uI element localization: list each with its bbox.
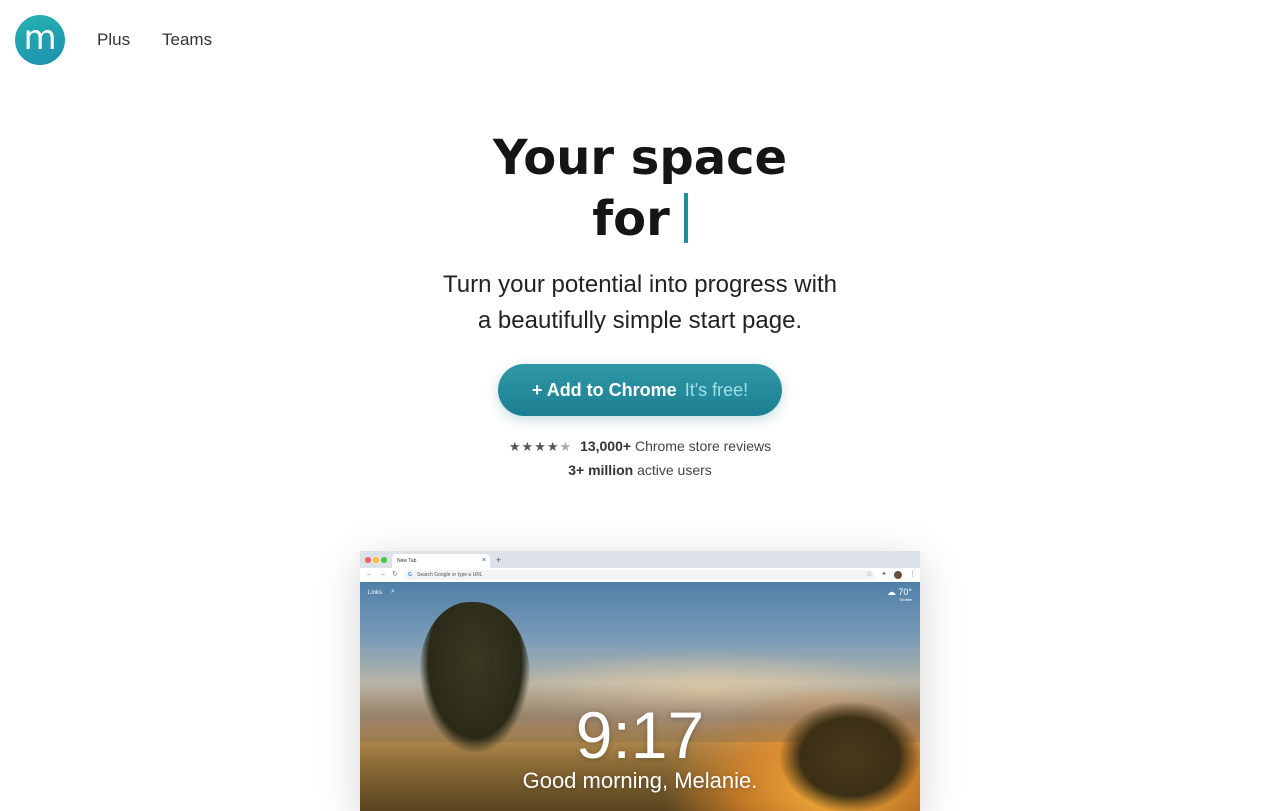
- new-tab-icon: +: [496, 555, 502, 565]
- tab-close-icon: ×: [481, 557, 486, 564]
- browser-mockup: New Tab × + ← → ↻ G Search Google or typ…: [360, 551, 920, 811]
- mock-weather: ☁ 70° Seattle: [887, 587, 912, 603]
- reviews-count: 13,000+: [580, 438, 632, 454]
- mock-background-photo: Links ⌕ ☁ 70° Seattle 9:17 Good morning,…: [360, 582, 920, 811]
- hero-title-line1: Your space: [492, 130, 788, 186]
- hero-title-for: for: [592, 191, 670, 247]
- star-icon: ☆: [866, 571, 873, 578]
- reload-icon: ↻: [392, 571, 398, 578]
- weather-temp: 70°: [898, 587, 912, 597]
- maximize-dot-icon: [381, 557, 387, 563]
- mock-tab-bar: New Tab × +: [360, 551, 920, 568]
- reviews-line: ★★★★★ 13,000+ Chrome store reviews: [0, 437, 1280, 456]
- weather-city: Seattle: [899, 597, 912, 602]
- full-stars: ★★★★: [508, 439, 560, 454]
- menu-icon: ⋮: [909, 571, 916, 578]
- add-to-chrome-button[interactable]: + Add to Chrome It's free!: [498, 364, 782, 416]
- cloud-icon: ☁: [886, 587, 896, 597]
- users-line: 3+ million active users: [0, 461, 1280, 479]
- mock-tab: New Tab ×: [392, 554, 490, 568]
- nav-link-plus[interactable]: Plus: [97, 30, 130, 50]
- its-free-label: It's free!: [684, 379, 749, 400]
- rating-stars-icon: ★★★★★: [509, 439, 572, 454]
- mock-links-label: Links: [368, 590, 383, 596]
- half-star-icon: ★: [559, 439, 573, 454]
- typing-caret: [683, 193, 688, 243]
- mock-toolbar: ← → ↻ G Search Google or type a URL ☆ ✦ …: [360, 568, 920, 582]
- reviews-text: Chrome store reviews: [634, 438, 772, 454]
- mock-greeting: Good morning, Melanie.: [522, 768, 758, 793]
- mock-tab-title: New Tab: [397, 558, 417, 564]
- add-to-chrome-label: + Add to Chrome: [531, 379, 677, 400]
- minimize-dot-icon: [373, 557, 379, 563]
- omnibox-placeholder: Search Google or type a URL: [417, 572, 483, 578]
- momentum-logo[interactable]: m: [15, 15, 65, 65]
- users-text: active users: [637, 462, 712, 478]
- back-icon: ←: [366, 571, 373, 578]
- close-dot-icon: [365, 557, 371, 563]
- extension-icon: ✦: [881, 571, 887, 578]
- hero-subtitle-line1: Turn your potential into progress with: [443, 271, 837, 298]
- users-count: 3+ million: [568, 462, 634, 478]
- nav-link-teams[interactable]: Teams: [162, 30, 212, 50]
- google-icon: G: [408, 572, 412, 578]
- mock-omnibox: G Search Google or type a URL: [404, 570, 874, 580]
- hero-title-line2: for: [0, 191, 1280, 247]
- mock-avatar: [894, 571, 902, 579]
- hero-subtitle-line2: a beautifully simple start page.: [477, 307, 803, 334]
- mock-search-icon: ⌕: [391, 588, 395, 595]
- mock-clock: 9:17: [575, 698, 705, 772]
- forward-icon: →: [379, 571, 386, 578]
- hero-subtitle: Turn your potential into progress with a…: [0, 267, 1280, 339]
